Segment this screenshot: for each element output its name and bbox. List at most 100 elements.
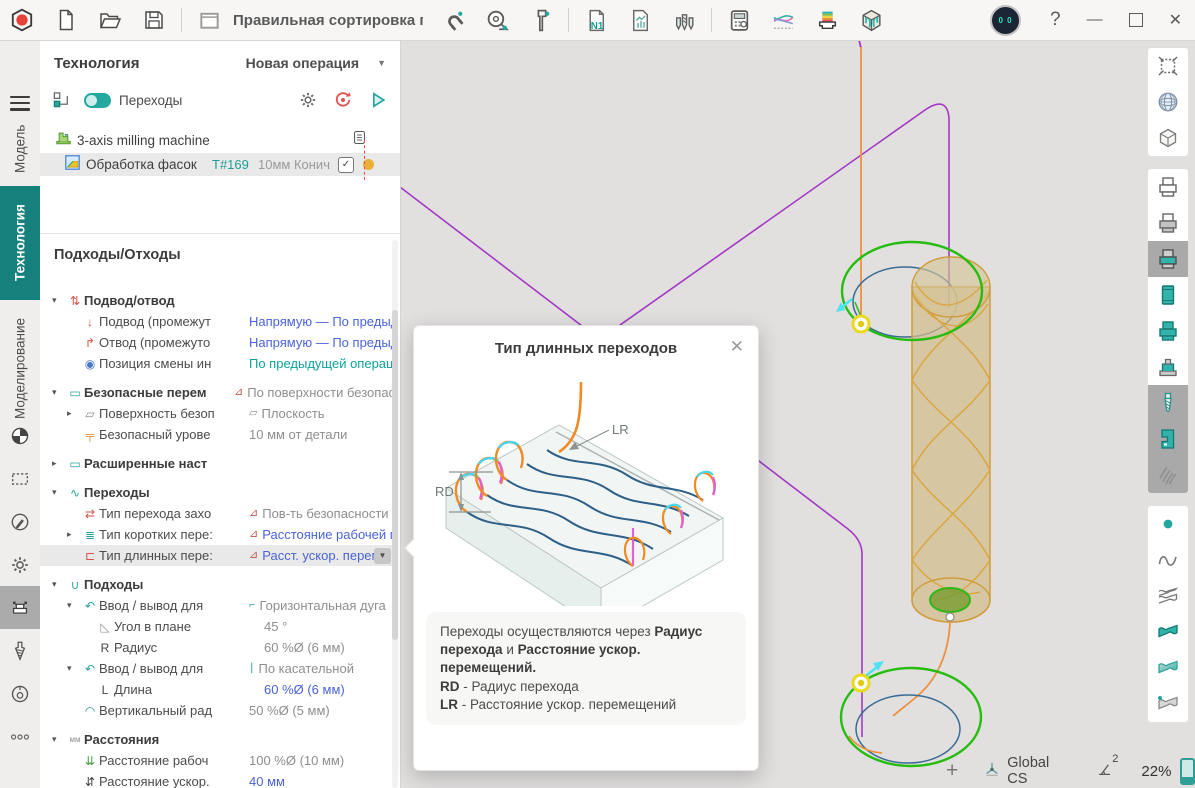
probe-icon[interactable]	[0, 672, 40, 715]
param-value[interactable]: 45 °	[264, 619, 394, 634]
toolpath-hatch-icon[interactable]	[1148, 457, 1188, 493]
recalculate-icon[interactable]	[330, 87, 356, 113]
workpiece-teal-icon[interactable]	[1148, 241, 1188, 277]
chevron-right-icon[interactable]: ▸	[52, 458, 66, 469]
param-value[interactable]: Напрямую — По предыдущ	[249, 335, 394, 350]
chevron-down-icon[interactable]: ▾	[52, 734, 66, 745]
menu-icon[interactable]	[10, 92, 30, 114]
tape-measure-icon[interactable]	[481, 4, 513, 36]
marquee-icon[interactable]	[0, 457, 40, 500]
param-row[interactable]: ▾∿Переходы	[40, 482, 394, 503]
param-value[interactable]: Напрямую — По предыдущ	[249, 314, 394, 329]
workpiece-gray-icon[interactable]	[1148, 205, 1188, 241]
param-row[interactable]: ↱Отвод (промежутоНапрямую — По предыдущ	[40, 332, 394, 353]
thread-tool-icon[interactable]	[0, 629, 40, 672]
param-row[interactable]: ▸≣Тип коротких пере:⊿Расстояние рабочей …	[40, 524, 394, 545]
panel-scrollbar[interactable]	[392, 240, 398, 788]
param-row[interactable]: ◺Угол в плане45 °	[40, 616, 394, 637]
tool-library-icon[interactable]	[668, 4, 700, 36]
tool-icon[interactable]	[1148, 385, 1188, 421]
graphs-icon[interactable]	[767, 4, 799, 36]
curve-icon[interactable]	[1148, 542, 1188, 578]
param-value[interactable]: 60 %Ø (6 мм)	[264, 640, 394, 655]
param-row[interactable]: ▸▭Расширенные наст	[40, 453, 394, 474]
param-value[interactable]: 40 мм	[249, 774, 394, 788]
surface-teal-icon[interactable]	[1148, 614, 1188, 650]
layers-icon[interactable]	[811, 4, 843, 36]
add-cs-button[interactable]: +	[946, 759, 958, 783]
gear-icon[interactable]	[0, 543, 40, 586]
param-value[interactable]: ∣По касательной	[249, 661, 394, 676]
param-row[interactable]: ▾∪Подходы	[40, 574, 394, 595]
calculator-icon[interactable]	[723, 4, 755, 36]
contrast-icon[interactable]	[0, 414, 40, 457]
param-value[interactable]: ⊿Расстояние рабочей под	[249, 527, 394, 542]
chevron-down-icon[interactable]: ▾	[67, 600, 81, 611]
close-button[interactable]: ✕	[1169, 10, 1182, 30]
workpiece-arrows-icon[interactable]	[0, 586, 40, 629]
machine-node[interactable]: 3-axis milling machine	[40, 128, 400, 152]
param-row[interactable]: ↓Подвод (промежутНапрямую — По предыдущ	[40, 311, 394, 332]
open-folder-icon[interactable]	[94, 4, 126, 36]
minimize-button[interactable]: —	[1087, 11, 1103, 29]
workpiece-solid-icon[interactable]	[1148, 313, 1188, 349]
chevron-right-icon[interactable]: ▸	[67, 408, 81, 419]
chevron-down-icon[interactable]: ▾	[52, 295, 66, 306]
globe-icon[interactable]	[1148, 84, 1188, 120]
tab-Технология[interactable]: Технология	[0, 186, 40, 300]
surfaces-icon[interactable]	[1148, 578, 1188, 614]
assistant-bot-icon[interactable]: 0 0	[990, 5, 1021, 36]
param-value[interactable]: 50 %Ø (5 мм)	[249, 703, 394, 718]
notes-icon[interactable]	[351, 129, 368, 151]
caliper-icon[interactable]	[525, 4, 557, 36]
save-icon[interactable]	[138, 4, 170, 36]
chevron-down-icon[interactable]: ▾	[52, 387, 66, 398]
transitions-toggle[interactable]	[84, 93, 111, 108]
point-icon[interactable]	[1148, 506, 1188, 542]
start-marker-bottom[interactable]	[853, 661, 884, 691]
report-icon[interactable]	[624, 4, 656, 36]
param-value[interactable]: ⊿Пов-ть безопасности	[249, 506, 394, 521]
param-row[interactable]: ╤Безопасный урове10 мм от детали	[40, 424, 394, 445]
surface-mixed-icon[interactable]	[1148, 650, 1188, 686]
param-row[interactable]: ⇊Расстояние рабоч100 %Ø (10 мм)	[40, 750, 394, 771]
param-row[interactable]: RРадиус60 %Ø (6 мм)	[40, 637, 394, 658]
param-row[interactable]: ▾▭Безопасные перем⊿По поверхности безопа…	[40, 382, 394, 403]
surface-gray-icon[interactable]	[1148, 686, 1188, 722]
logo-icon[interactable]	[6, 4, 38, 36]
chevron-down-icon[interactable]: ▾	[67, 663, 81, 674]
help-button[interactable]: ?	[1050, 9, 1061, 31]
gcode-program-icon[interactable]: N1	[580, 4, 612, 36]
param-value[interactable]: ▱Плоскость	[249, 406, 394, 421]
param-row[interactable]: ◉Позиция смены инПо предыдущей операции	[40, 353, 394, 374]
param-row[interactable]: ▾↶Ввод / вывод для⌐Горизонтальная дуга	[40, 595, 394, 616]
node-point[interactable]	[946, 613, 954, 621]
simulation-icon[interactable]	[855, 4, 887, 36]
param-value[interactable]: ⊿Расст. ускор. переме	[249, 548, 374, 563]
chevron-down-icon[interactable]: ▼	[377, 58, 386, 68]
param-row[interactable]: LДлина60 %Ø (6 мм)	[40, 679, 394, 700]
iso-view-icon[interactable]	[1148, 120, 1188, 156]
magnet-icon[interactable]	[437, 4, 469, 36]
param-row[interactable]: ▾↶Ввод / вывод для∣По касательной	[40, 658, 394, 679]
param-row[interactable]: ▾⇅Подвод/отвод	[40, 290, 394, 311]
param-value[interactable]: ⊿По поверхности безопас	[234, 385, 394, 400]
machine-part-icon[interactable]	[1148, 421, 1188, 457]
cylinder-icon[interactable]	[1148, 277, 1188, 313]
process-flow-icon[interactable]	[48, 87, 74, 113]
chevron-down-icon[interactable]: ▾	[52, 579, 66, 590]
operation-row[interactable]: Обработка фасок T#169 10мм Конич ✓	[40, 153, 400, 176]
zoom-level[interactable]: 22%	[1141, 763, 1171, 780]
dropdown-button[interactable]: ▼	[374, 548, 391, 564]
fit-view-icon[interactable]	[1148, 48, 1188, 84]
param-value[interactable]: 100 %Ø (10 мм)	[249, 753, 394, 768]
param-row[interactable]: ◠Вертикальный рад50 %Ø (5 мм)	[40, 700, 394, 721]
new-file-icon[interactable]	[50, 4, 82, 36]
chevron-right-icon[interactable]: ▸	[67, 529, 81, 540]
workpiece-outline-icon[interactable]	[1148, 169, 1188, 205]
run-simulation-icon[interactable]	[365, 87, 391, 113]
operation-settings-icon[interactable]	[295, 87, 321, 113]
maximize-button[interactable]	[1129, 13, 1143, 27]
param-value[interactable]: ⌐Горизонтальная дуга	[249, 598, 394, 613]
cs-label[interactable]: Global CS	[1007, 755, 1065, 787]
